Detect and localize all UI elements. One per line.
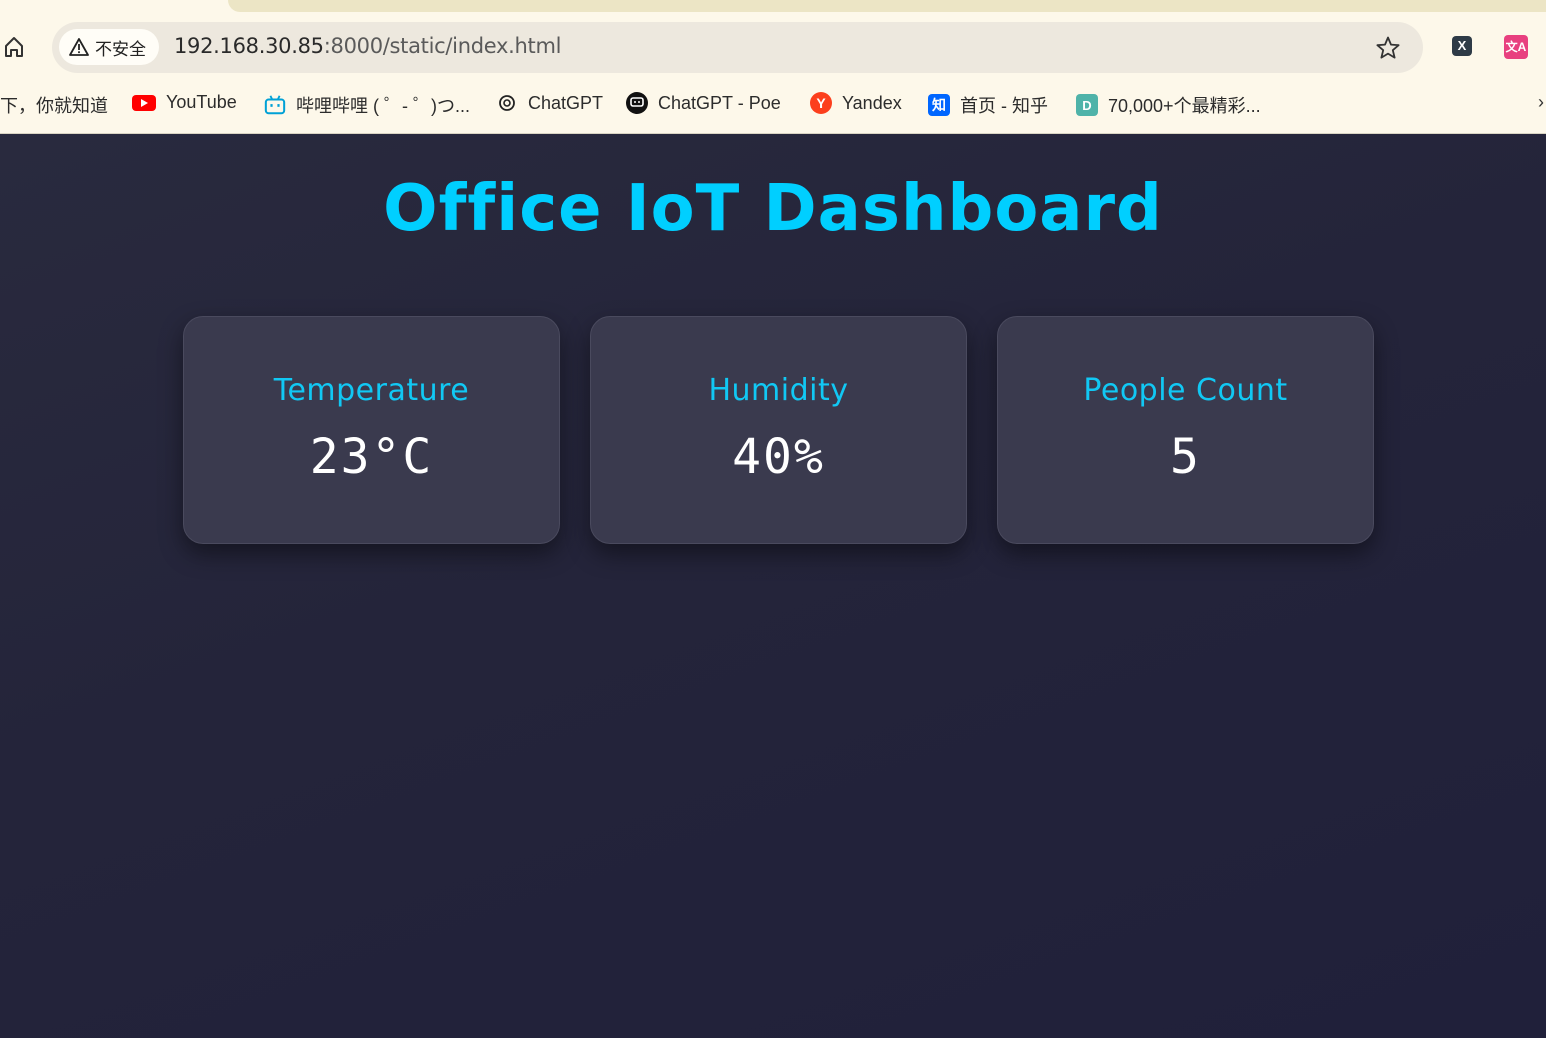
url-host: 192.168.30.85	[174, 34, 324, 58]
yandex-icon: Y	[810, 92, 832, 114]
bookmark-label: Yandex	[842, 92, 902, 113]
home-icon	[5, 37, 23, 57]
bookmark-label: 哔哩哔哩 ( ゜- ゜)つ...	[296, 96, 470, 116]
people-count-value: 5	[1170, 429, 1201, 485]
bookmark-poe[interactable]: ChatGPT - Poe	[626, 92, 781, 114]
bookmark-label: 下，你就知道	[0, 96, 108, 116]
bookmark-label: YouTube	[166, 92, 237, 112]
temperature-label: Temperature	[273, 373, 470, 408]
zhihu-icon: 知	[928, 94, 950, 116]
browser-chrome: 不安全 192.168.30.85:8000/static/index.html…	[0, 0, 1546, 134]
bookmark-star-button[interactable]	[1375, 35, 1401, 61]
url-text[interactable]: 192.168.30.85:8000/static/index.html	[174, 34, 561, 58]
youtube-icon	[132, 94, 156, 111]
temperature-card: Temperature 23°C	[183, 316, 560, 544]
translate-extension-icon[interactable]: 文A	[1504, 35, 1528, 59]
bookmark-label: ChatGPT - Poe	[658, 92, 781, 113]
security-label: 不安全	[95, 39, 146, 59]
page-title: Office IoT Dashboard	[383, 172, 1163, 246]
people-count-card: People Count 5	[997, 316, 1374, 544]
bookmark-baidu[interactable]: 下，你就知道	[0, 92, 108, 118]
people-count-label: People Count	[1083, 373, 1288, 408]
temperature-value: 23°C	[309, 429, 434, 485]
tab-strip	[228, 0, 1546, 12]
openai-icon	[496, 92, 518, 114]
home-button[interactable]	[2, 34, 26, 60]
bookmark-label: ChatGPT	[528, 92, 604, 113]
bookmark-yandex[interactable]: Y Yandex	[810, 92, 902, 114]
bookmarks-bar: 下，你就知道 YouTube 哔哩哔哩 ( ゜- ゜)つ... ChatGPT …	[0, 86, 1546, 124]
x-extension-icon[interactable]: X	[1452, 36, 1472, 56]
warning-icon	[69, 38, 89, 56]
bookmark-label: 首页 - 知乎	[960, 96, 1048, 116]
address-bar[interactable]: 不安全 192.168.30.85:8000/static/index.html	[52, 22, 1423, 73]
url-path: :8000/static/index.html	[323, 34, 562, 58]
humidity-card: Humidity 40%	[590, 316, 967, 544]
bookmarks-overflow-button[interactable]: ›	[1538, 92, 1544, 113]
humidity-value: 40%	[732, 429, 825, 485]
poe-icon	[626, 92, 648, 114]
bookmark-label: 70,000+个最精彩...	[1108, 96, 1261, 116]
star-icon	[1376, 36, 1400, 59]
humidity-label: Humidity	[708, 373, 849, 408]
bookmark-zhihu[interactable]: 知 首页 - 知乎	[928, 92, 1048, 118]
bookmark-bilibili[interactable]: 哔哩哔哩 ( ゜- ゜)つ...	[264, 92, 470, 118]
bookmark-d-site[interactable]: D 70,000+个最精彩...	[1076, 92, 1261, 118]
bookmark-youtube[interactable]: YouTube	[132, 92, 237, 113]
bookmark-chatgpt[interactable]: ChatGPT	[496, 92, 603, 114]
d-icon: D	[1076, 94, 1098, 116]
security-indicator[interactable]: 不安全	[59, 29, 159, 65]
dashboard-page: Office IoT Dashboard Temperature 23°C Hu…	[0, 134, 1546, 1038]
bilibili-icon	[264, 94, 286, 116]
